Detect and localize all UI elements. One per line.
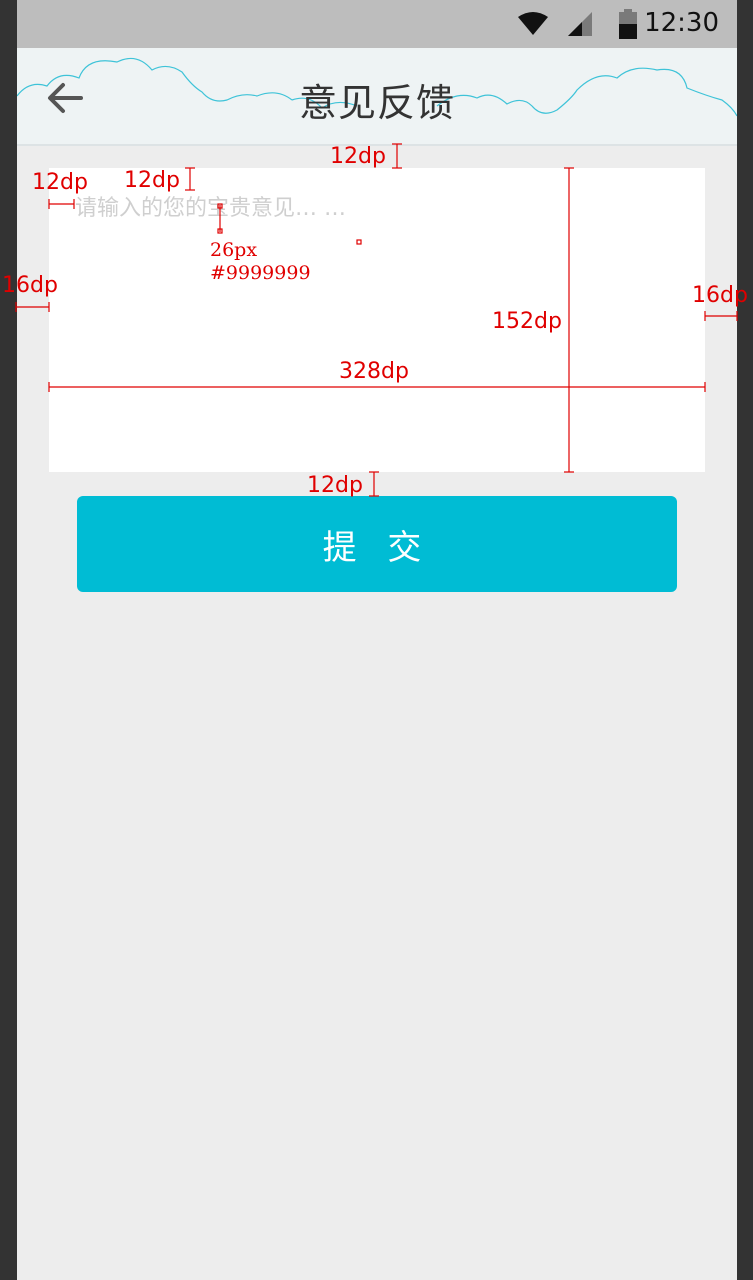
status-bar: 12:30 [17, 0, 737, 48]
battery-icon [619, 9, 637, 39]
feedback-input[interactable] [49, 168, 705, 472]
feedback-box [49, 168, 705, 472]
page-title: 意见反馈 [298, 81, 455, 125]
app-header: 意见反馈 [17, 48, 737, 146]
phone-screen: 12:30 意见反馈 提 交 [17, 0, 737, 1280]
wifi-icon [518, 12, 548, 35]
signal-icon [568, 12, 592, 36]
status-time: 12:30 [644, 8, 719, 38]
submit-button[interactable]: 提 交 [77, 496, 677, 592]
